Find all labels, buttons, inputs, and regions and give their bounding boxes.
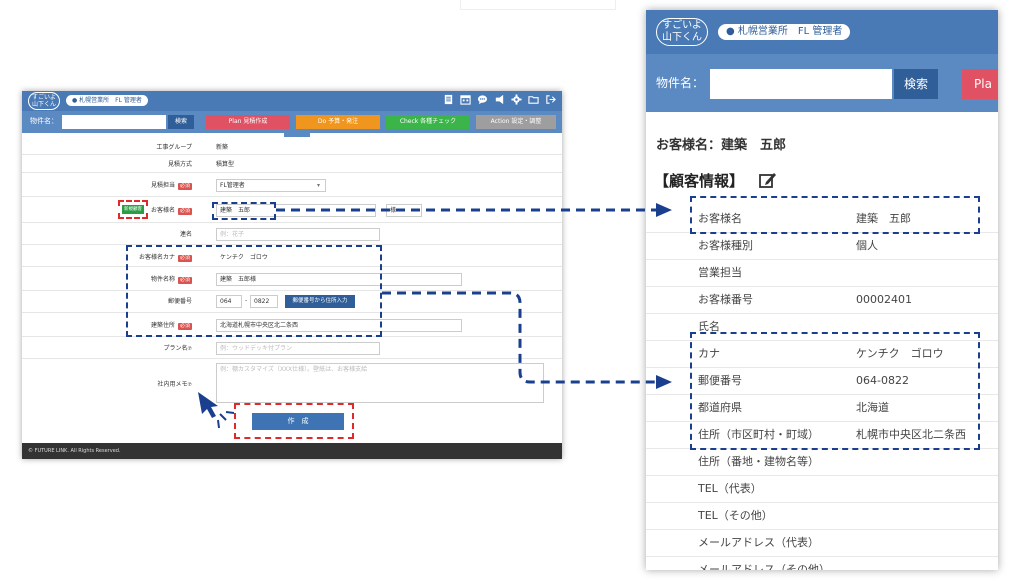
plan-name-label: プラン名⑦	[163, 345, 193, 352]
calendar-icon[interactable]	[460, 94, 471, 105]
megaphone-icon[interactable]	[494, 94, 505, 105]
tab-check[interactable]: Check 各種チェック	[386, 115, 470, 129]
gear-icon[interactable]	[511, 94, 522, 105]
customer-name-label: お客様名 必須	[150, 207, 192, 215]
construction-group-value: 新築	[216, 144, 229, 151]
tab-plan[interactable]: Pla	[962, 69, 998, 99]
plan-name-input[interactable]: 例：ウッドデッキ付プラン	[216, 342, 380, 355]
help-icon[interactable]: ⑦	[188, 382, 192, 388]
folder-icon[interactable]	[528, 94, 539, 105]
search-input[interactable]	[710, 69, 892, 99]
info-row: TEL（その他）	[646, 503, 998, 530]
highlight-new-badge	[118, 200, 148, 219]
highlight-create-button	[234, 403, 354, 439]
chevron-down-icon: ▾	[316, 182, 320, 189]
logout-icon[interactable]	[545, 94, 556, 105]
click-pointer-icon	[198, 392, 235, 429]
info-row: メールアドレス（その他）	[646, 557, 998, 570]
app-header: すごいよ 山下くん ● 札幌営業所 FL 管理者	[22, 91, 562, 111]
user-icon: ●	[726, 26, 735, 37]
header-icons	[443, 94, 556, 108]
edit-icon[interactable]	[758, 170, 778, 190]
joint-name-input[interactable]: 例：花子	[216, 228, 380, 241]
document-icon[interactable]	[443, 94, 454, 105]
collapse-toggle[interactable]	[284, 133, 310, 137]
joint-name-label: 連名	[179, 231, 192, 238]
info-row-label: お客様種別	[698, 239, 753, 252]
zoom-header: すごいよ 山下くん ● 札幌営業所 FL 管理者	[646, 10, 998, 54]
tab-action[interactable]: Action 設定・調整	[476, 115, 556, 129]
memo-textarea[interactable]: 例：棚カスタマイズ（XXX仕様）。壁紙は、お客様支給	[216, 363, 544, 403]
row-joint-name: 連名 例：花子	[22, 225, 562, 245]
zoomed-detail-panel: すごいよ 山下くん ● 札幌営業所 FL 管理者 物件名： 検索 Pla お客様…	[646, 10, 998, 570]
info-row: 住所（番地・建物名等）	[646, 449, 998, 476]
info-row-label: 営業担当	[698, 266, 742, 279]
row-construction-group: 工事グループ 新築	[22, 141, 562, 155]
info-row: お客様番号 00002401	[646, 287, 998, 314]
tab-do[interactable]: Do 予算・発注	[296, 115, 380, 129]
estimate-method-value: 積算型	[216, 161, 235, 168]
footer: © FUTURE LINK. All Rights Reserved.	[22, 443, 562, 459]
info-row: TEL（代表）	[646, 476, 998, 503]
row-plan-name: プラン名⑦ 例：ウッドデッキ付プラン	[22, 339, 562, 359]
user-icon: ●	[72, 97, 78, 104]
zoom-toolbar: 物件名： 検索 Pla	[646, 54, 998, 112]
info-row: お客様種別 個人	[646, 233, 998, 260]
info-row-label: メールアドレス（代表）	[698, 536, 819, 549]
search-button[interactable]: 検索	[168, 115, 194, 129]
required-badge: 必須	[177, 183, 192, 190]
info-row-label: お客様番号	[698, 293, 753, 306]
info-row-label: TEL（代表）	[698, 482, 762, 495]
estimate-owner-select[interactable]: FL管理者 ▾	[216, 179, 326, 192]
tab-plan[interactable]: Plan 見積作成	[206, 115, 290, 129]
app-logo: すごいよ 山下くん	[656, 18, 708, 46]
required-badge: 必須	[177, 208, 192, 215]
org-badge: ● 札幌営業所 FL 管理者	[718, 24, 851, 40]
row-estimate-owner: 見積担当 必須 FL管理者 ▾	[22, 175, 562, 197]
chat-icon[interactable]	[477, 94, 488, 105]
memo-label: 社内用メモ⑦	[157, 381, 193, 388]
row-customer-name: お客様名 必須 建築 五郎 様	[22, 199, 562, 223]
info-row-value: 個人	[856, 239, 878, 252]
estimate-method-label: 見積方式	[167, 161, 192, 168]
estimate-owner-label: 見積担当 必須	[150, 182, 192, 190]
info-row: 営業担当	[646, 260, 998, 287]
search-label: 物件名：	[656, 76, 705, 90]
info-row-label: メールアドレス（その他）	[698, 563, 830, 570]
org-badge: ● 札幌営業所 FL 管理者	[66, 95, 148, 106]
customer-honorific[interactable]: 様	[386, 204, 422, 217]
highlight-customer-name	[212, 202, 276, 220]
section-title: 【顧客情報】	[654, 172, 745, 190]
highlight-contact-rows	[690, 332, 980, 450]
info-row-value: 00002401	[856, 293, 912, 306]
app-logo: すごいよ 山下くん	[28, 92, 60, 110]
search-input[interactable]	[62, 115, 166, 129]
cropped-image-fragment	[460, 0, 616, 10]
info-row: メールアドレス（代表）	[646, 530, 998, 557]
row-memo: 社内用メモ⑦ 例：棚カスタマイズ（XXX仕様）。壁紙は、お客様支給	[22, 361, 562, 405]
highlight-contact-fields	[126, 245, 382, 337]
info-row-label: TEL（その他）	[698, 509, 773, 522]
row-estimate-method: 見積方式 積算型	[22, 157, 562, 173]
info-row-label: 住所（番地・建物名等）	[698, 455, 819, 468]
search-button[interactable]: 検索	[894, 69, 938, 99]
app-screenshot: すごいよ 山下くん ● 札幌営業所 FL 管理者 物件名： 検索 Plan 見積…	[22, 91, 562, 459]
highlight-customer-name-row	[690, 196, 980, 234]
help-icon[interactable]: ⑦	[188, 346, 192, 352]
toolbar: 物件名： 検索 Plan 見積作成 Do 予算・発注 Check 各種チェック …	[22, 111, 562, 133]
search-label: 物件名：	[30, 117, 58, 125]
construction-group-label: 工事グループ	[156, 144, 192, 151]
customer-title: お客様名：建築 五郎	[656, 138, 787, 153]
